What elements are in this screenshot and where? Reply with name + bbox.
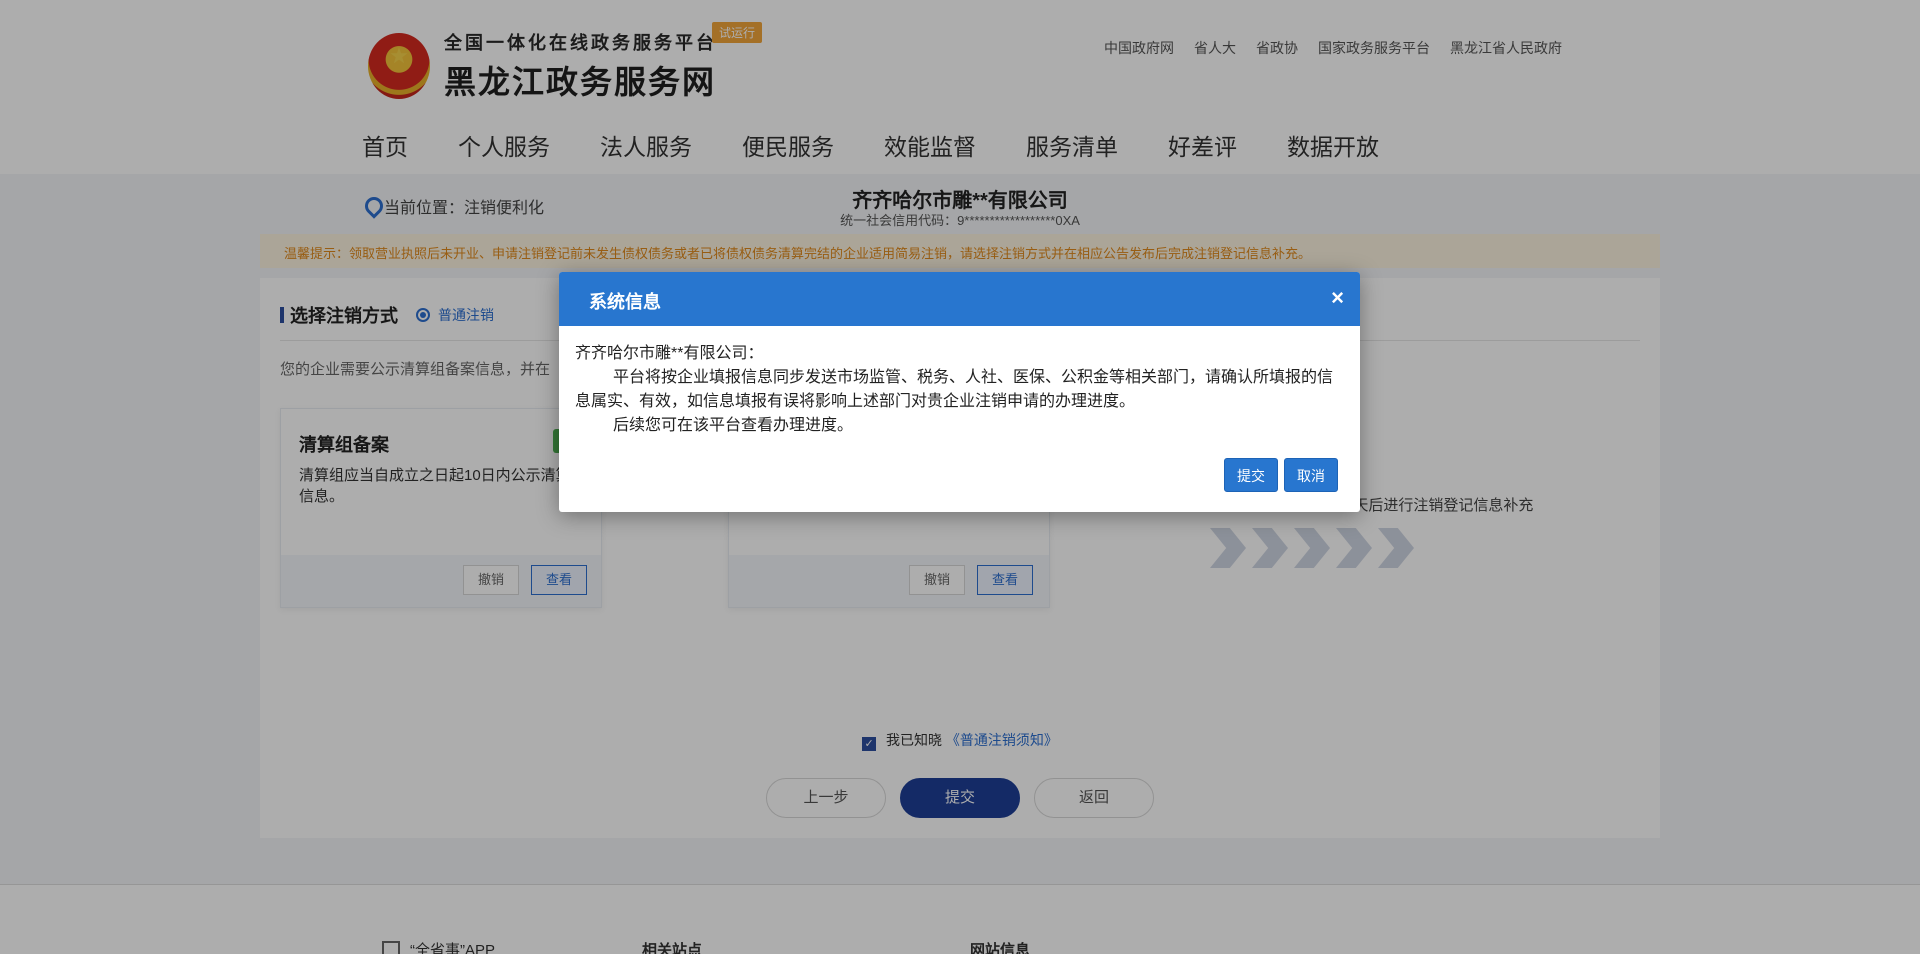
dialog-title: 系统信息 [589, 292, 661, 312]
dialog-submit-button[interactable]: 提交 [1224, 458, 1278, 492]
dialog-header: 系统信息 × [559, 272, 1360, 326]
close-icon[interactable]: × [1331, 286, 1344, 310]
dialog-cancel-button[interactable]: 取消 [1284, 458, 1338, 492]
dialog-actions: 提交 取消 [1224, 458, 1338, 492]
dialog-body: 齐齐哈尔市雕**有限公司： 平台将按企业填报信息同步发送市场监管、税务、人社、医… [559, 326, 1360, 438]
dialog-addressee: 齐齐哈尔市雕**有限公司： [575, 345, 764, 362]
dialog-followup: 后续您可在该平台查看办理进度。 [613, 417, 854, 434]
system-info-dialog: 系统信息 × 齐齐哈尔市雕**有限公司： 平台将按企业填报信息同步发送市场监管、… [559, 272, 1360, 512]
dialog-message: 平台将按企业填报信息同步发送市场监管、税务、人社、医保、公积金等相关部门，请确认… [575, 369, 1334, 410]
